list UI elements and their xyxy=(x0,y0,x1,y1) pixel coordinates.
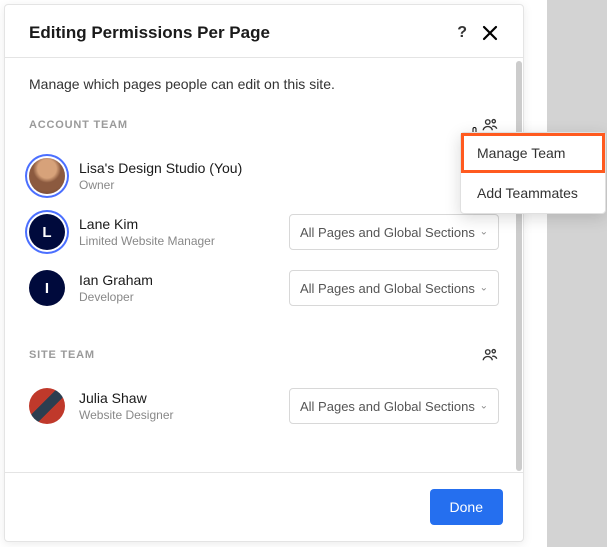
permissions-modal: Editing Permissions Per Page ? Manage wh… xyxy=(4,4,524,542)
done-button[interactable]: Done xyxy=(430,489,503,525)
permission-select[interactable]: All Pages and Global Sections ⌄ xyxy=(289,214,499,250)
member-info: Lisa's Design Studio (You) Owner xyxy=(79,160,499,192)
avatar: I xyxy=(29,270,65,306)
member-row: Julia Shaw Website Designer All Pages an… xyxy=(29,378,499,434)
permission-select[interactable]: All Pages and Global Sections ⌄ xyxy=(289,270,499,306)
team-menu-icon[interactable] xyxy=(481,346,499,364)
member-name: Lisa's Design Studio (You) xyxy=(79,160,499,176)
member-info: Julia Shaw Website Designer xyxy=(79,390,289,422)
permission-value: All Pages and Global Sections xyxy=(300,225,475,240)
member-row: Lisa's Design Studio (You) Owner xyxy=(29,148,499,204)
modal-footer: Done xyxy=(5,472,523,541)
modal-header: Editing Permissions Per Page ? xyxy=(5,5,523,57)
permission-select[interactable]: All Pages and Global Sections ⌄ xyxy=(289,388,499,424)
avatar xyxy=(29,158,65,194)
backdrop-overlay xyxy=(547,0,607,547)
section-label: ACCOUNT TEAM xyxy=(29,119,481,131)
member-info: Ian Graham Developer xyxy=(79,272,289,304)
modal-body: Manage which pages people can edit on th… xyxy=(5,58,523,472)
help-icon[interactable]: ? xyxy=(457,24,467,42)
member-role: Developer xyxy=(79,290,289,304)
member-row: L Lane Kim Limited Website Manager All P… xyxy=(29,204,499,260)
member-role: Website Designer xyxy=(79,408,289,422)
add-teammates-option[interactable]: Add Teammates xyxy=(461,173,605,213)
site-team-header: SITE TEAM xyxy=(29,346,499,364)
close-icon[interactable] xyxy=(481,24,499,42)
member-role: Owner xyxy=(79,178,499,192)
member-info: Lane Kim Limited Website Manager xyxy=(79,216,289,248)
member-role: Limited Website Manager xyxy=(79,234,289,248)
chevron-down-icon: ⌄ xyxy=(480,401,488,412)
chevron-down-icon: ⌄ xyxy=(480,227,488,238)
manage-team-option[interactable]: Manage Team xyxy=(461,133,605,173)
chevron-down-icon: ⌄ xyxy=(480,283,488,294)
modal-subtitle: Manage which pages people can edit on th… xyxy=(29,76,499,92)
avatar-initial: L xyxy=(42,224,51,241)
avatar-initial: I xyxy=(45,280,49,297)
member-row: I Ian Graham Developer All Pages and Glo… xyxy=(29,260,499,316)
modal-title: Editing Permissions Per Page xyxy=(29,23,457,43)
section-label: SITE TEAM xyxy=(29,349,481,361)
avatar: L xyxy=(29,214,65,250)
team-popover: Manage Team Add Teammates xyxy=(460,132,606,214)
permission-value: All Pages and Global Sections xyxy=(300,281,475,296)
permission-value: All Pages and Global Sections xyxy=(300,399,475,414)
account-team-header: ACCOUNT TEAM xyxy=(29,116,499,134)
member-name: Ian Graham xyxy=(79,272,289,288)
scrollbar[interactable] xyxy=(515,61,523,471)
member-name: Julia Shaw xyxy=(79,390,289,406)
scroll-thumb[interactable] xyxy=(516,61,522,471)
avatar xyxy=(29,388,65,424)
member-name: Lane Kim xyxy=(79,216,289,232)
